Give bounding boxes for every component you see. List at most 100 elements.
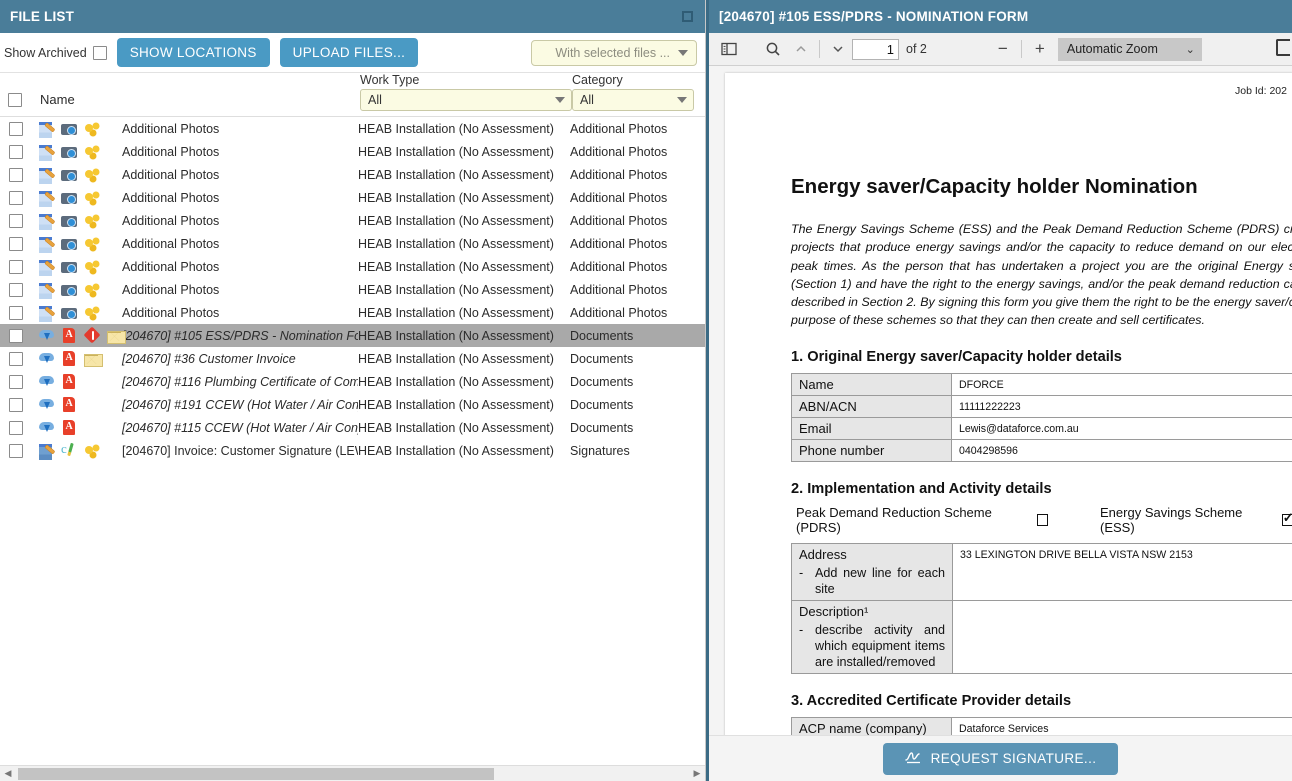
cluster-icon[interactable] bbox=[84, 143, 101, 160]
table-row[interactable]: Additional Photos HEAB Installation (No A… bbox=[0, 140, 705, 163]
table-row[interactable]: [204670] #116 Plumbing Certificate of Co… bbox=[0, 370, 705, 393]
show-locations-button[interactable]: SHOW LOCATIONS bbox=[116, 38, 270, 67]
signature-icon[interactable] bbox=[61, 441, 78, 459]
download-icon[interactable] bbox=[38, 396, 55, 413]
row-file-name[interactable]: [204670] #191 CCEW (Hot Water / Air Con)… bbox=[118, 398, 358, 412]
camera-icon[interactable] bbox=[61, 258, 78, 275]
page-number-input[interactable] bbox=[852, 38, 899, 60]
scroll-right-arrow[interactable]: ▶ bbox=[689, 768, 705, 779]
note-dark-icon[interactable] bbox=[38, 442, 55, 460]
cluster-icon[interactable] bbox=[84, 281, 101, 298]
row-checkbox[interactable] bbox=[9, 443, 23, 458]
ess-checkbox[interactable] bbox=[1281, 510, 1292, 526]
note-icon[interactable] bbox=[38, 281, 55, 299]
table-row[interactable]: [204670] #115 CCEW (Hot Water / Air Con)… bbox=[0, 416, 705, 439]
table-row[interactable]: Additional Photos HEAB Installation (No A… bbox=[0, 278, 705, 301]
show-archived-checkbox[interactable] bbox=[92, 45, 107, 60]
row-checkbox[interactable] bbox=[9, 144, 23, 159]
zoom-out-button[interactable]: − bbox=[989, 36, 1017, 62]
table-row[interactable]: Additional Photos HEAB Installation (No A… bbox=[0, 163, 705, 186]
download-icon[interactable] bbox=[38, 327, 55, 344]
zoom-level-select[interactable]: Automatic Zoom ⌄ bbox=[1057, 37, 1202, 61]
row-checkbox[interactable] bbox=[9, 305, 23, 320]
scrollbar-thumb[interactable] bbox=[18, 767, 494, 780]
next-page-icon[interactable] bbox=[824, 36, 852, 62]
camera-icon[interactable] bbox=[61, 212, 78, 229]
pdf-icon[interactable] bbox=[61, 327, 78, 344]
pdf-icon[interactable] bbox=[61, 373, 78, 390]
row-checkbox[interactable] bbox=[9, 397, 23, 412]
cluster-icon[interactable] bbox=[84, 189, 101, 206]
camera-icon[interactable] bbox=[61, 120, 78, 137]
tools-panel-icon[interactable] bbox=[1276, 39, 1290, 56]
row-file-name[interactable]: [204670] #115 CCEW (Hot Water / Air Con) bbox=[118, 421, 358, 435]
cluster-icon[interactable] bbox=[84, 258, 101, 275]
row-checkbox[interactable] bbox=[9, 167, 23, 182]
row-file-name[interactable]: Additional Photos bbox=[118, 260, 358, 274]
row-file-name[interactable]: Additional Photos bbox=[118, 237, 358, 251]
row-checkbox[interactable] bbox=[9, 121, 23, 136]
download-icon[interactable] bbox=[38, 373, 55, 390]
pdf-scroll-area[interactable]: Job Id: 202 Energy saver/Capacity holder… bbox=[709, 66, 1292, 781]
cluster-icon[interactable] bbox=[84, 166, 101, 183]
table-row[interactable]: [204670] #36 Customer InvoiceHEAB Instal… bbox=[0, 347, 705, 370]
row-file-name[interactable]: Additional Photos bbox=[118, 145, 358, 159]
request-signature-button[interactable]: REQUEST SIGNATURE... bbox=[882, 742, 1119, 775]
table-row[interactable]: [204670] #191 CCEW (Hot Water / Air Con)… bbox=[0, 393, 705, 416]
pdrs-checkbox[interactable] bbox=[1036, 513, 1049, 526]
row-checkbox[interactable] bbox=[9, 282, 23, 297]
scroll-left-arrow[interactable]: ◀ bbox=[0, 768, 16, 779]
cluster-icon[interactable] bbox=[84, 120, 101, 137]
cluster-icon[interactable] bbox=[84, 235, 101, 252]
select-all-checkbox[interactable] bbox=[8, 93, 22, 107]
note-icon[interactable] bbox=[38, 304, 55, 322]
row-checkbox[interactable] bbox=[9, 328, 23, 343]
table-row[interactable]: Additional Photos HEAB Installation (No A… bbox=[0, 117, 705, 140]
row-checkbox[interactable] bbox=[9, 351, 23, 366]
camera-icon[interactable] bbox=[61, 235, 78, 252]
table-row[interactable]: Additional Photos HEAB Installation (No A… bbox=[0, 301, 705, 324]
camera-icon[interactable] bbox=[61, 189, 78, 206]
row-checkbox[interactable] bbox=[9, 213, 23, 228]
table-row[interactable]: Additional Photos HEAB Installation (No A… bbox=[0, 209, 705, 232]
with-selected-files-dropdown[interactable]: With selected files ... bbox=[531, 39, 697, 66]
horizontal-scrollbar[interactable]: ◀ ▶ bbox=[0, 765, 705, 781]
table-row[interactable]: Additional Photos HEAB Installation (No A… bbox=[0, 232, 705, 255]
row-checkbox[interactable] bbox=[9, 236, 23, 251]
row-file-name[interactable]: [204670] #105 ESS/PDRS - Nomination Form bbox=[118, 329, 358, 343]
previous-page-icon[interactable] bbox=[787, 36, 815, 62]
note-icon[interactable] bbox=[38, 235, 55, 253]
note-icon[interactable] bbox=[38, 189, 55, 207]
envelope-icon[interactable] bbox=[84, 350, 103, 367]
pdf-icon[interactable] bbox=[61, 396, 78, 413]
scrollbar-track[interactable] bbox=[16, 767, 689, 781]
zoom-in-button[interactable]: + bbox=[1026, 36, 1054, 62]
note-icon[interactable] bbox=[38, 258, 55, 276]
camera-icon[interactable] bbox=[61, 304, 78, 321]
row-checkbox[interactable] bbox=[9, 259, 23, 274]
row-checkbox[interactable] bbox=[9, 374, 23, 389]
row-file-name[interactable]: Additional Photos bbox=[118, 191, 358, 205]
row-file-name[interactable]: [204670] Invoice: Customer Signature (LE… bbox=[118, 444, 358, 458]
row-file-name[interactable]: Additional Photos bbox=[118, 306, 358, 320]
work-type-filter-select[interactable]: All bbox=[360, 89, 572, 111]
envelope-icon[interactable] bbox=[107, 327, 126, 344]
row-file-name[interactable]: Additional Photos bbox=[118, 122, 358, 136]
download-icon[interactable] bbox=[38, 419, 55, 436]
row-file-name[interactable]: [204670] #116 Plumbing Certificate of Co… bbox=[118, 375, 358, 389]
sidebar-toggle-icon[interactable] bbox=[715, 36, 743, 62]
alert-icon[interactable] bbox=[84, 327, 101, 344]
row-checkbox[interactable] bbox=[9, 190, 23, 205]
pdf-icon[interactable] bbox=[61, 419, 78, 436]
table-row[interactable]: [204670] #105 ESS/PDRS - Nomination Form… bbox=[0, 324, 705, 347]
camera-icon[interactable] bbox=[61, 143, 78, 160]
pdf-icon[interactable] bbox=[61, 350, 78, 367]
row-file-name[interactable]: Additional Photos bbox=[118, 214, 358, 228]
note-icon[interactable] bbox=[38, 166, 55, 184]
cluster-icon[interactable] bbox=[84, 304, 101, 321]
table-row[interactable]: Additional Photos HEAB Installation (No A… bbox=[0, 186, 705, 209]
table-row[interactable]: [204670] Invoice: Customer Signature (LE… bbox=[0, 439, 705, 462]
row-file-name[interactable]: Additional Photos bbox=[118, 168, 358, 182]
cluster-icon[interactable] bbox=[84, 442, 101, 459]
camera-icon[interactable] bbox=[61, 166, 78, 183]
